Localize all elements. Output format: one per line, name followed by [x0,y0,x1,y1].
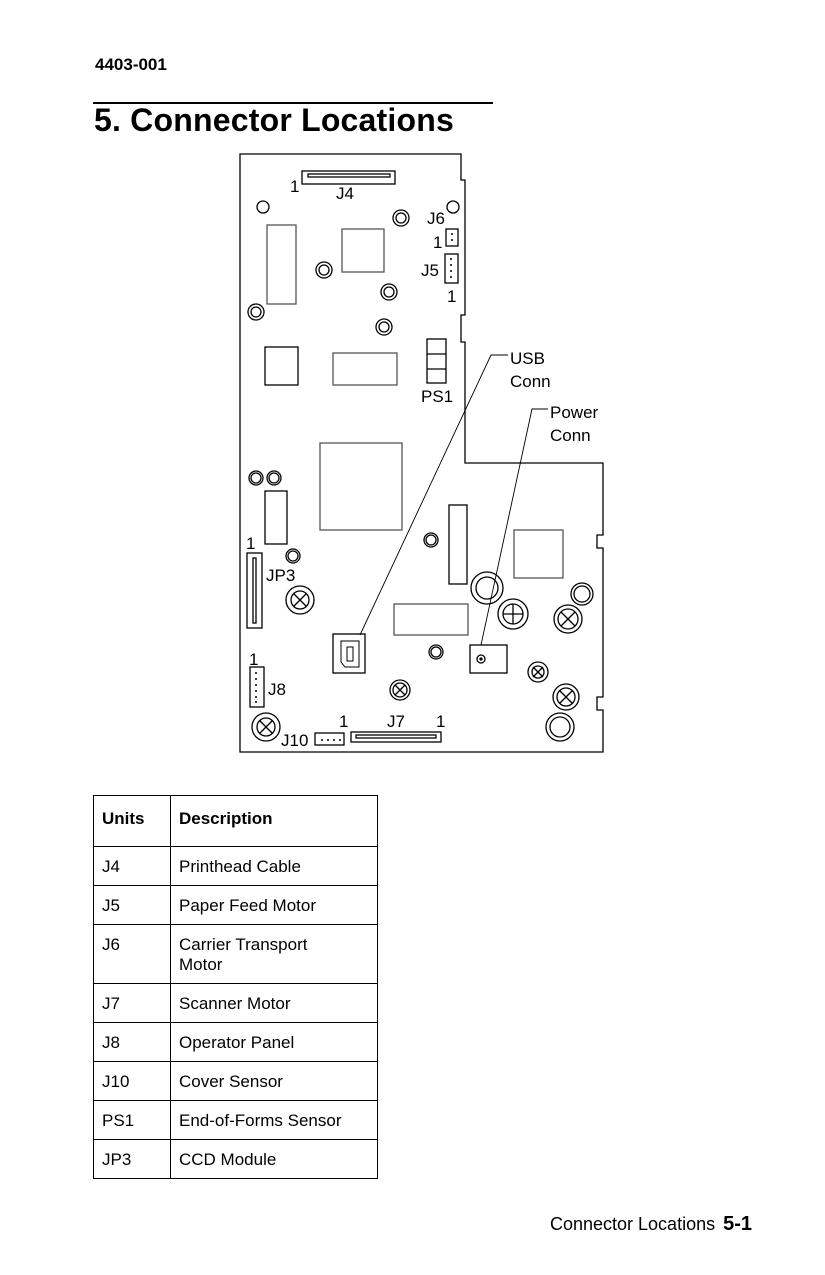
page-footer: Connector Locations 5-1 [550,1213,752,1236]
jp3-pin-label: 1 [246,534,255,553]
table-header-row: Units Description [93,795,378,847]
power-connector [469,644,508,674]
j8-label: J8 [268,680,286,699]
j6-pin-label: 1 [433,233,442,252]
ps1-label: PS1 [421,387,453,406]
table-row: J7 Scanner Motor [93,983,378,1023]
description-cell: Cover Sensor [170,1061,378,1101]
column-header-description: Description [170,795,378,847]
unit-cell: J5 [93,885,171,925]
power-leader-line [480,408,548,646]
j4-pin-label: 1 [290,177,299,196]
jp3-label: JP3 [266,566,295,585]
jp3-connector [246,552,263,629]
column-header-units: Units [93,795,171,847]
j5-label: J5 [421,261,439,280]
footer-section: Connector Locations [549,1214,716,1234]
table-row: J6 Carrier Transport Motor [93,924,378,984]
description-cell: CCD Module [170,1139,378,1179]
ps1-sensor [426,338,447,384]
j10-pin-label: 1 [339,712,348,731]
description-cell: Paper Feed Motor [170,885,378,925]
usb-label-line2: Conn [510,372,551,391]
unit-cell: PS1 [93,1100,171,1140]
table-row: JP3 CCD Module [93,1139,378,1179]
table-row: J8 Operator Panel [93,1022,378,1062]
power-label-line1: Power [550,403,599,422]
unit-cell: JP3 [93,1139,171,1179]
table-row: J4 Printhead Cable [93,846,378,886]
table-row: J5 Paper Feed Motor [93,885,378,925]
unit-cell: J7 [93,983,171,1023]
board-outline [239,153,604,753]
unit-cell: J6 [93,924,171,984]
j6-connector [445,228,459,247]
connector-table: Units Description J4 Printhead Cable J5 Pa… [93,795,378,1179]
description-cell: Printhead Cable [170,846,378,886]
description-cell: Operator Panel [170,1022,378,1062]
description-cell: Scanner Motor [170,983,378,1023]
description-cell: End-of-Forms Sensor [170,1100,378,1140]
page-number: 5-1 [723,1213,752,1235]
table-row: PS1 End-of-Forms Sensor [93,1100,378,1140]
j10-connector [314,732,345,746]
j7-pin-label: 1 [436,712,445,731]
j7-connector [350,731,442,743]
unit-cell: J4 [93,846,171,886]
j5-pin-label: 1 [447,287,456,306]
description-cell: Carrier Transport Motor [170,924,378,984]
unit-cell: J8 [93,1022,171,1062]
j4-label: J4 [336,184,354,203]
j10-label: J10 [281,731,308,750]
j7-label: J7 [387,712,405,731]
table-row: J10 Cover Sensor [93,1061,378,1101]
unit-cell: J10 [93,1061,171,1101]
usb-label-line1: USB [510,349,545,368]
j8-pin-label: 1 [249,650,258,669]
power-label-line2: Conn [550,426,591,445]
j6-label: J6 [427,209,445,228]
